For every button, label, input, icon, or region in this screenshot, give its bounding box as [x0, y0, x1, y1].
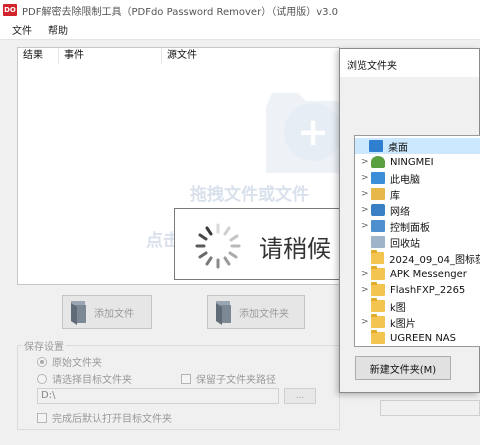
spinner-icon [195, 223, 241, 269]
radio-choose-folder-label: 请选择目标文件夹 [52, 375, 132, 386]
radio-unselected-icon [37, 373, 47, 384]
radio-original-folder[interactable]: 原始文件夹 [37, 354, 102, 369]
tree-item[interactable]: > NINGMEI [361, 154, 480, 170]
checkbox-icon [181, 373, 191, 384]
tree-item[interactable]: 桌面 [355, 138, 480, 154]
menu-help[interactable]: 帮助 [40, 22, 76, 37]
browse-folder-dialog: 浏览文件夹 桌面 > NINGMEI > 此电脑 > 库 > 网络 > 控制面板 回收站 2024_09… [339, 48, 480, 393]
add-file-button[interactable]: 添加文件 [62, 295, 152, 329]
dialog-title-bar: 浏览文件夹 [340, 49, 479, 77]
folder-icon [371, 282, 385, 296]
keep-subfolder-checkbox[interactable]: 保留子文件夹路径 [181, 371, 276, 386]
recycle-bin-icon [371, 236, 385, 248]
tree-item[interactable]: > 控制面板 [361, 218, 480, 234]
main-window: DO PDF解密去除限制工具（PDFdo Password Remover）（试… [0, 0, 480, 445]
tree-item[interactable]: 2024_09_04_图标获取 [361, 250, 480, 266]
column-source-file[interactable]: 源文件 [162, 48, 339, 64]
folder-icon [370, 250, 385, 264]
tree-item-label: 2024_09_04_图标获取 [389, 254, 480, 266]
tree-item-label: 桌面 [388, 142, 408, 154]
wait-text: 请稍候 [259, 235, 331, 263]
expand-chevron-icon[interactable]: > [361, 221, 371, 231]
add-folder-label: 添加文件夹 [239, 308, 289, 320]
network-icon [371, 204, 385, 216]
background-field [380, 400, 480, 416]
add-folder-illustration-icon: + [266, 83, 339, 183]
tree-item[interactable]: > APK Messenger [361, 266, 480, 282]
folder-icon [371, 266, 385, 280]
new-folder-button[interactable]: 新建文件夹(M) [355, 356, 451, 380]
control-panel-icon [371, 220, 385, 232]
expand-chevron-icon[interactable]: > [361, 157, 371, 167]
tree-item-label: FlashFXP_2265 [390, 284, 466, 296]
computer-icon [371, 172, 385, 184]
open-after-label: 完成后默认打开目标文件夹 [52, 414, 172, 425]
tree-item[interactable]: 回收站 [361, 234, 480, 250]
column-event[interactable]: 事件 [59, 48, 162, 64]
tree-item-label: 控制面板 [390, 222, 430, 234]
column-result[interactable]: 结果 [18, 48, 59, 64]
tree-item[interactable]: > 库 [361, 186, 480, 202]
add-file-label: 添加文件 [94, 308, 134, 320]
tree-item-label: 回收站 [390, 238, 420, 250]
browse-button[interactable]: ... [284, 388, 316, 404]
tree-item-label: NINGMEI [390, 156, 434, 168]
user-icon [371, 156, 385, 168]
tree-item-label: 网络 [390, 206, 410, 218]
expand-chevron-icon[interactable]: > [361, 205, 371, 215]
file-list[interactable]: 结果 事件 源文件 + 拖拽文件或文件 点击 请稍候 [17, 47, 340, 285]
dialog-title: 浏览文件夹 [347, 61, 397, 72]
window-title: PDF解密去除限制工具（PDFdo Password Remover）（试用版）… [22, 6, 339, 18]
desktop-icon [369, 140, 383, 152]
tree-item-label: UGREEN NAS [390, 332, 456, 344]
wait-overlay: 请稍候 [174, 208, 339, 280]
folder-tree[interactable]: 桌面 > NINGMEI > 此电脑 > 库 > 网络 > 控制面板 回收站 2024_09_04_图标… [354, 135, 480, 347]
tree-item-label: 库 [390, 190, 400, 202]
menu-bar: 文件 帮助 [0, 20, 480, 40]
tree-item-label: k图片 [390, 318, 416, 330]
drop-hint: 拖拽文件或文件 [190, 185, 309, 205]
expand-chevron-icon[interactable]: > [361, 189, 371, 199]
add-folder-button[interactable]: 添加文件夹 [207, 295, 305, 329]
tree-item-label: 此电脑 [390, 174, 420, 186]
library-icon [371, 188, 385, 200]
menu-file[interactable]: 文件 [0, 22, 40, 37]
radio-selected-icon [37, 356, 47, 367]
add-folder-icon [216, 301, 231, 325]
plus-icon: + [284, 103, 339, 161]
target-path-field[interactable]: D:\ [37, 388, 279, 404]
tree-item[interactable]: k图 [361, 298, 480, 314]
tree-item[interactable]: > 此电脑 [361, 170, 480, 186]
tree-item-label: APK Messenger [390, 268, 467, 280]
folder-icon [371, 314, 385, 328]
title-bar: DO PDF解密去除限制工具（PDFdo Password Remover）（试… [0, 0, 480, 20]
open-after-checkbox[interactable]: 完成后默认打开目标文件夹 [37, 410, 172, 425]
add-file-icon [71, 301, 86, 325]
folder-icon [371, 330, 385, 344]
expand-chevron-icon[interactable]: > [361, 317, 371, 327]
keep-subfolder-label: 保留子文件夹路径 [196, 375, 276, 386]
expand-chevron-icon[interactable]: > [361, 269, 371, 279]
tree-item[interactable]: > 网络 [361, 202, 480, 218]
tree-item-label: k图 [390, 302, 406, 314]
tree-item[interactable]: UGREEN NAS [361, 330, 480, 346]
radio-choose-folder[interactable]: 请选择目标文件夹 [37, 371, 132, 386]
list-header: 结果 事件 源文件 [18, 48, 339, 64]
radio-original-folder-label: 原始文件夹 [52, 358, 102, 369]
expand-chevron-icon[interactable]: > [361, 285, 371, 295]
app-logo-icon: DO [3, 4, 17, 16]
tree-item[interactable]: > k图片 [361, 314, 480, 330]
checkbox-icon [37, 412, 47, 423]
folder-icon [371, 298, 385, 312]
tree-item[interactable]: > FlashFXP_2265 [361, 282, 480, 298]
expand-chevron-icon[interactable]: > [361, 173, 371, 183]
save-settings-title: 保存设置 [22, 338, 66, 353]
